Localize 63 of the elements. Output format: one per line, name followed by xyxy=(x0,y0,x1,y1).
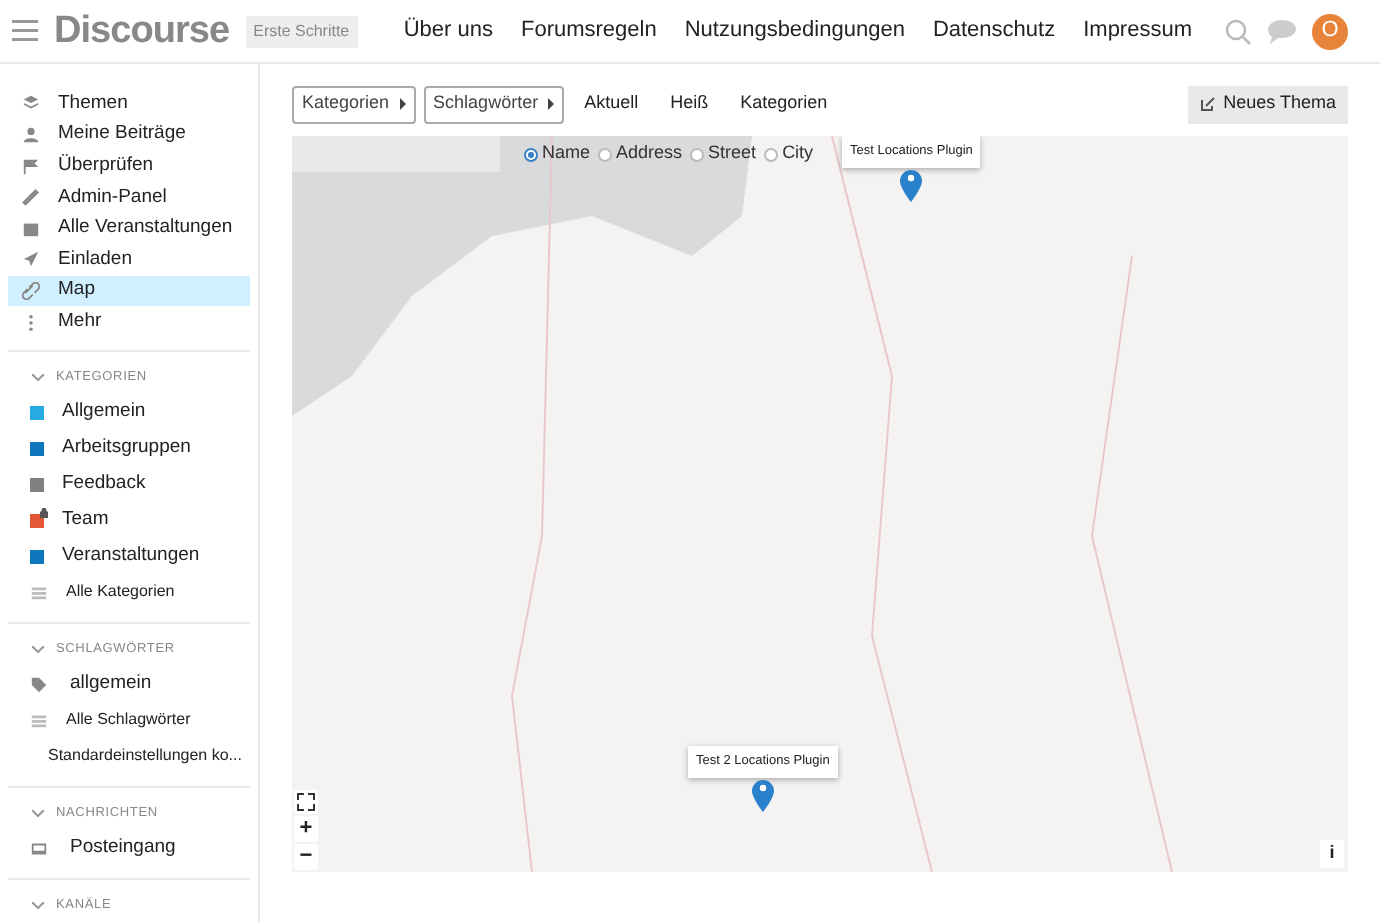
wrench-icon xyxy=(22,188,40,207)
link-icon xyxy=(22,282,40,301)
sidebar-item[interactable]: Arbeitsgruppen xyxy=(8,430,250,466)
calendar-icon xyxy=(22,219,40,238)
sidebar-item[interactable]: Alle Veranstaltungen xyxy=(8,213,250,245)
sidebar-item[interactable]: Veranstaltungen xyxy=(8,538,250,574)
nav-link[interactable]: Forumsregeln xyxy=(520,14,657,48)
filter-dropdown[interactable]: Kategorien xyxy=(292,85,416,123)
caret-icon xyxy=(399,98,406,110)
nav-link[interactable]: Datenschutz xyxy=(932,14,1056,48)
layers-icon xyxy=(22,94,40,113)
filter-dropdown[interactable]: Schlagwörter xyxy=(423,85,565,123)
sidebar-item[interactable]: Meine Beiträge xyxy=(8,119,250,151)
sidebar-item[interactable]: allgemein xyxy=(8,666,250,702)
tag-icon xyxy=(30,675,48,693)
nav-link[interactable]: Impressum xyxy=(1083,14,1192,48)
nav-tab[interactable]: Kategorien xyxy=(728,85,840,123)
sidebar-item[interactable]: Admin-Panel xyxy=(8,181,250,213)
sidebar-item[interactable]: Standardeinstellungen ko... xyxy=(8,738,250,774)
send-icon xyxy=(22,250,40,269)
sidebar-item[interactable]: Allgemein xyxy=(8,394,250,430)
tagline-badge: Erste Schritte xyxy=(245,15,358,47)
logo[interactable]: Discourse xyxy=(54,12,230,50)
sidebar-item[interactable]: Alle Schlagwörter xyxy=(8,702,250,738)
list-icon xyxy=(30,711,48,729)
chevron-icon xyxy=(32,902,44,910)
map-search-field[interactable] xyxy=(292,136,500,172)
sidebar-item[interactable]: Feedback xyxy=(8,466,250,502)
sidebar-item[interactable]: Mehr xyxy=(8,306,250,338)
zoom-out-button[interactable]: − xyxy=(294,844,318,870)
search-mode-radio[interactable]: Street xyxy=(690,140,757,168)
info-button[interactable]: i xyxy=(1320,840,1344,868)
map-pin-icon[interactable] xyxy=(900,169,923,202)
sidebar-item[interactable]: Einladen xyxy=(8,244,250,276)
caret-icon xyxy=(548,98,555,110)
inbox-icon xyxy=(30,839,48,857)
nav-link[interactable]: Über uns xyxy=(403,14,493,48)
map-pin-icon[interactable] xyxy=(751,779,774,812)
zoom-in-button[interactable]: + xyxy=(294,816,318,842)
edit-icon xyxy=(1199,96,1216,112)
chevron-icon xyxy=(32,646,44,654)
sidebar-item[interactable]: Posteingang xyxy=(8,830,250,866)
search-mode-radio[interactable]: City xyxy=(764,140,814,168)
chevron-icon xyxy=(32,810,44,818)
sidebar-item[interactable]: Map xyxy=(8,275,250,307)
nav-tab[interactable]: Heiß xyxy=(658,85,721,123)
list-icon xyxy=(30,583,48,601)
sidebar-item[interactable]: Alle Kategorien xyxy=(8,574,250,610)
nav-tab[interactable]: Aktuell xyxy=(572,85,651,123)
search-mode-radio[interactable]: Address xyxy=(598,140,683,168)
search-icon[interactable] xyxy=(1224,17,1252,45)
search-mode-radio[interactable]: Name xyxy=(524,140,591,168)
flag-icon xyxy=(22,157,40,176)
nav-link[interactable]: Nutzungsbedingungen xyxy=(684,14,905,48)
sidebar-item[interactable]: Themen xyxy=(8,88,250,120)
chat-bubble-icon[interactable] xyxy=(1268,19,1296,43)
fullscreen-icon[interactable] xyxy=(294,790,318,814)
new-topic-button[interactable]: Neues Thema xyxy=(1187,85,1348,123)
sidebar-item[interactable]: Überprüfen xyxy=(8,150,250,182)
sidebar-item[interactable]: Team xyxy=(8,502,250,538)
user-icon xyxy=(22,125,40,144)
menu-icon[interactable] xyxy=(12,20,38,42)
chevron-icon xyxy=(32,374,44,382)
